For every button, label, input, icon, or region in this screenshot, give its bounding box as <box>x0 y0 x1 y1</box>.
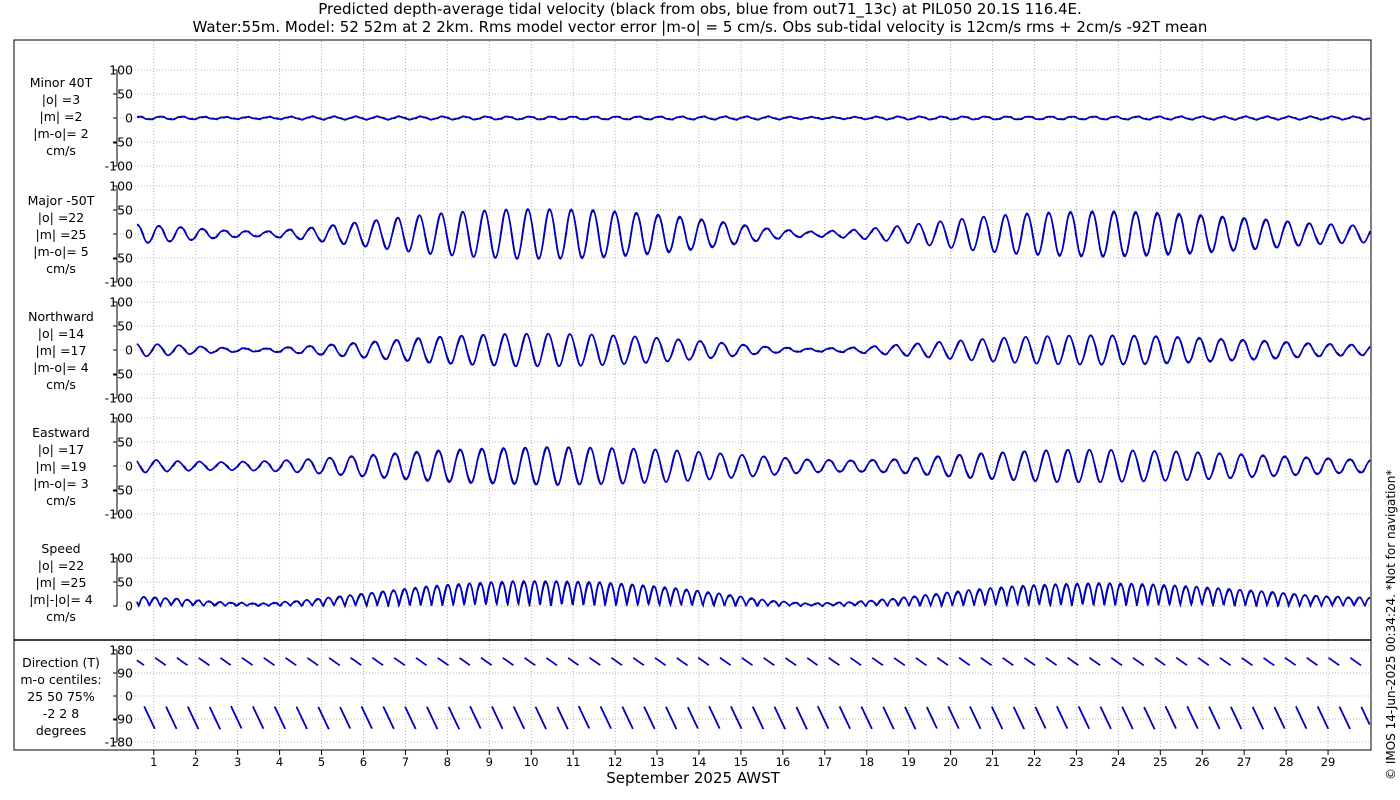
x-tick-label: 26 <box>1195 755 1210 769</box>
panel-label-block: Northward |o| =14 |m| =17 |m-o|= 4 cm/s <box>14 308 108 393</box>
y-tick-label: 0 <box>125 689 133 704</box>
y-tick-label: 0 <box>125 227 133 242</box>
panel-label-line: |m| =19 <box>35 459 87 474</box>
x-tick-label: 3 <box>234 755 241 769</box>
panel-label-line: |m-o|= 2 <box>33 126 89 141</box>
y-tick-label: 100 <box>109 411 133 426</box>
panel-label-line: cm/s <box>46 609 76 624</box>
y-tick-label: 100 <box>109 295 133 310</box>
x-tick-label: 25 <box>1153 755 1168 769</box>
panel-label-line: |m-o|= 4 <box>33 360 89 375</box>
x-tick-label: 10 <box>524 755 539 769</box>
x-tick-label: 2 <box>192 755 199 769</box>
panel-label-block: Minor 40T |o| =3 |m| =2 |m-o|= 2 cm/s <box>14 74 108 159</box>
x-tick-label: 13 <box>650 755 665 769</box>
panel-label-line: |m-o|= 5 <box>33 244 89 259</box>
y-tick-label: -50 <box>113 483 133 498</box>
x-tick-label: 23 <box>1069 755 1084 769</box>
y-tick-label: 100 <box>109 551 133 566</box>
panel-label-line: |o| =22 <box>37 558 85 573</box>
x-tick-label: 12 <box>608 755 623 769</box>
y-tick-label: 0 <box>125 459 133 474</box>
x-tick-label: 5 <box>318 755 325 769</box>
panel-label-line: cm/s <box>46 261 76 276</box>
panel-label-line: |o| =3 <box>41 92 81 107</box>
panel-label-line: Northward <box>28 309 94 324</box>
panel-label-block: Speed |o| =22 |m| =25 |m|-|o|= 4 cm/s <box>14 540 108 625</box>
y-tick-label: 0 <box>125 599 133 614</box>
panel-label-line: |m| =25 <box>35 227 87 242</box>
panel-label-block: Major -50T |o| =22 |m| =25 |m-o|= 5 cm/s <box>14 192 108 277</box>
y-tick-label: 0 <box>125 111 133 126</box>
x-tick-label: 1 <box>150 755 157 769</box>
x-tick-label: 24 <box>1111 755 1126 769</box>
x-tick-label: 29 <box>1321 755 1336 769</box>
outer-frame <box>13 39 1372 751</box>
y-tick-label: -50 <box>113 367 133 382</box>
y-tick-label: 50 <box>117 319 133 334</box>
panel-label-line: |m| =25 <box>35 575 87 590</box>
y-tick-label: 0 <box>125 343 133 358</box>
panel-label-line: |o| =14 <box>37 326 85 341</box>
panel-label-line: degrees <box>35 723 87 738</box>
x-tick-label: 17 <box>817 755 832 769</box>
x-tick-label: 20 <box>943 755 958 769</box>
panel-label-line: |o| =22 <box>37 210 85 225</box>
panel-label-line: |m-o|= 3 <box>33 476 89 491</box>
panel-label-line: Direction (T) <box>22 655 100 670</box>
panel-label-block: Direction (T) m-o centiles: 25 50 75% -2 2 … <box>14 654 108 739</box>
panel-label-line: -2 2 8 <box>42 706 80 721</box>
y-tick-label: 50 <box>117 87 133 102</box>
panel-label-line: Speed <box>41 541 81 556</box>
x-tick-label: 7 <box>402 755 409 769</box>
y-tick-label: -50 <box>113 251 133 266</box>
panel-label-line: Minor 40T <box>29 75 93 90</box>
x-tick-label: 9 <box>486 755 493 769</box>
panel-label-line: cm/s <box>46 377 76 392</box>
x-tick-label: 16 <box>776 755 791 769</box>
y-tick-label: -90 <box>113 712 133 727</box>
y-tick-label: -100 <box>105 159 133 174</box>
y-tick-label: 50 <box>117 435 133 450</box>
x-tick-label: 11 <box>566 755 581 769</box>
panel-label-line: Major -50T <box>27 193 95 208</box>
x-tick-label: 6 <box>360 755 367 769</box>
y-tick-label: 90 <box>117 666 133 681</box>
panel-label-line: Eastward <box>32 425 90 440</box>
copyright-notice: © IMOS 14-Jun-2025 00:34:24. *Not for na… <box>1384 469 1398 780</box>
y-tick-label: -100 <box>105 275 133 290</box>
x-tick-label: 21 <box>985 755 1000 769</box>
panel-label-line: |m|-|o|= 4 <box>29 592 93 607</box>
x-tick-label: 15 <box>734 755 749 769</box>
panel-label-line: cm/s <box>46 493 76 508</box>
y-tick-label: 100 <box>109 63 133 78</box>
y-tick-label: 50 <box>117 575 133 590</box>
y-tick-label: -180 <box>105 735 133 750</box>
y-tick-label: 50 <box>117 203 133 218</box>
x-tick-label: 18 <box>859 755 874 769</box>
y-tick-label: 100 <box>109 179 133 194</box>
panel-label-line: m-o centiles: <box>20 672 102 687</box>
panel-label-line: |m| =17 <box>35 343 87 358</box>
panel-label-line: |m| =2 <box>39 109 83 124</box>
x-tick-label: 27 <box>1237 755 1252 769</box>
y-tick-label: 180 <box>109 643 133 658</box>
x-tick-label: 4 <box>276 755 283 769</box>
y-tick-label: -50 <box>113 135 133 150</box>
panel-label-line: |o| =17 <box>37 442 85 457</box>
x-tick-label: 28 <box>1279 755 1294 769</box>
panel-label-line: cm/s <box>46 143 76 158</box>
x-tick-label: 8 <box>444 755 451 769</box>
panel-label-block: Eastward |o| =17 |m| =19 |m-o|= 3 cm/s <box>14 424 108 509</box>
x-axis-title: September 2025 AWST <box>606 769 780 787</box>
panel-label-line: 25 50 75% <box>27 689 95 704</box>
x-tick-label: 19 <box>901 755 916 769</box>
y-tick-label: -100 <box>105 391 133 406</box>
tidal-velocity-chart: 100500-50-100100500-50-100100500-50-1001… <box>13 39 1372 769</box>
x-tick-label: 14 <box>692 755 707 769</box>
y-tick-label: -100 <box>105 507 133 522</box>
x-tick-label: 22 <box>1027 755 1042 769</box>
